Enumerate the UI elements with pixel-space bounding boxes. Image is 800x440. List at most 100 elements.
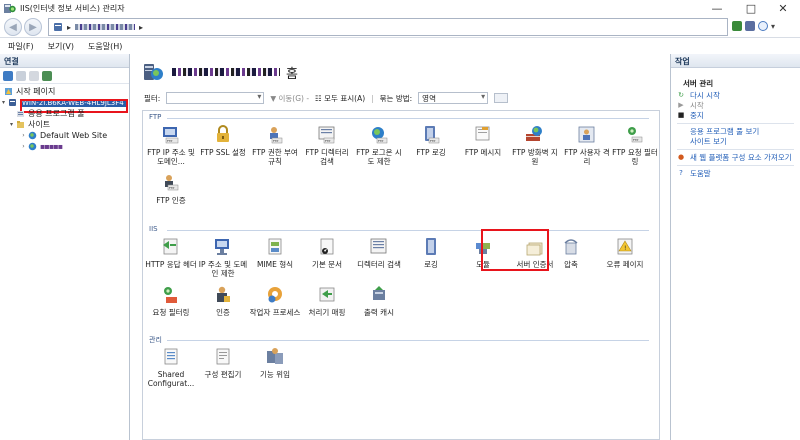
feature-worker-processes[interactable]: 작업자 프로세스 (249, 285, 301, 317)
divider (677, 123, 794, 124)
authorization-icon: FTP (270, 127, 283, 144)
action-view-sites[interactable]: 사이트 보기 (677, 137, 794, 146)
shared-configuration-icon (164, 348, 178, 365)
help-dropdown[interactable]: ▾ (771, 22, 775, 31)
forward-button[interactable]: ▶ (24, 18, 42, 36)
firewall-icon (526, 126, 542, 141)
tree-item-site-2[interactable]: › ▪▪▪▪▪ (0, 141, 129, 152)
feature-ip-domain-restrictions[interactable]: IP 주소 및 도메인 제한 (197, 237, 249, 278)
feature-ftp-ssl[interactable]: FTP SSL 설정 (197, 125, 249, 157)
stop-nav-icon[interactable] (745, 21, 755, 31)
close-button[interactable]: ✕ (768, 0, 798, 16)
directory-browsing-icon: FTP (318, 126, 335, 144)
expand-icon[interactable]: › (20, 143, 27, 150)
feature-authentication[interactable]: 인증 (197, 285, 249, 317)
start-page-icon (5, 88, 12, 95)
collapse-icon[interactable]: ▾ (8, 121, 15, 128)
server-management-heading: 서버 관리 (683, 79, 714, 88)
logging-icon (426, 238, 436, 255)
tree-item-app-pools[interactable]: 응용 프로그램 풀 (0, 108, 129, 119)
filter-input[interactable] (166, 92, 265, 104)
iis-app-icon (4, 3, 16, 13)
feature-directory-browsing[interactable]: 디렉터리 검색 (353, 237, 405, 269)
feature-default-document[interactable]: 기본 문서 (301, 237, 353, 269)
maximize-button[interactable]: □ (736, 0, 766, 16)
tree-item-label: 사이트 (28, 120, 51, 129)
back-button[interactable]: ◀ (4, 18, 22, 36)
show-all-button[interactable]: ☷ 모두 표시(A) (315, 93, 365, 104)
up-icon[interactable] (29, 70, 39, 81)
breadcrumb-server-name[interactable] (75, 24, 136, 30)
feature-ftp-request-filtering[interactable]: FTP FTP 요청 필터링 (609, 125, 659, 166)
feature-ftp-authorization[interactable]: FTP FTP 권한 부여 규칙 (249, 125, 301, 166)
breadcrumb-separator: ▸ (67, 22, 72, 32)
menu-help[interactable]: 도움말(H) (88, 41, 122, 52)
minimize-button[interactable]: — (702, 0, 732, 16)
menu-bar: 파일(F) 보기(V) 도움말(H) (0, 38, 800, 54)
user-isolation-icon (578, 126, 595, 143)
handler-mappings-icon (319, 287, 335, 302)
tree-item-sites[interactable]: ▾ 사이트 (0, 119, 129, 130)
logging-icon: FTP (425, 126, 440, 144)
connect-server-icon[interactable] (42, 70, 52, 81)
feature-error-pages[interactable]: ! 오류 페이지 (599, 237, 651, 269)
feature-ftp-logging[interactable]: FTP FTP 로깅 (405, 125, 457, 157)
features-view: 홈 필터: ▼ 이동(G) - ☷ 모두 표시(A) | 묶는 방법: 영역 F… (136, 54, 666, 440)
feature-logging[interactable]: 로깅 (405, 237, 457, 269)
feature-configuration-editor[interactable]: 구성 편집기 (197, 347, 249, 379)
feature-ftp-authentication[interactable]: FTP FTP 인증 (145, 173, 197, 205)
feature-mime-types[interactable]: MIME 형식 (249, 237, 301, 269)
group-divider (167, 230, 649, 231)
action-start: ▶ 시작 (678, 101, 704, 110)
authentication-icon: FTP (165, 175, 179, 191)
group-by-label: 묶는 방법: (379, 93, 413, 103)
feature-handler-mappings[interactable]: 처리기 매핑 (301, 285, 353, 317)
feature-request-filtering[interactable]: 요청 필터링 (145, 285, 197, 317)
globe-icon (28, 142, 37, 151)
svg-text:FTP: FTP (430, 139, 436, 143)
feature-ftp-ip-domain[interactable]: FTP FTP IP 주소 및 도메인... (145, 125, 197, 166)
expand-icon[interactable]: › (20, 132, 27, 139)
server-home-icon (144, 64, 163, 80)
svg-text:FTP: FTP (633, 138, 639, 142)
feature-ftp-directory-browsing[interactable]: FTP FTP 디렉터리 검색 (301, 125, 353, 166)
action-restart[interactable]: ↻ 다시 시작 (677, 91, 794, 100)
feature-http-response-headers[interactable]: HTTP 응답 헤더 (145, 237, 197, 269)
address-field[interactable]: ▸ ▸ (48, 18, 728, 36)
menu-file[interactable]: 파일(F) (8, 41, 34, 52)
tree-item-start-page[interactable]: 시작 페이지 (0, 86, 129, 97)
action-help[interactable]: ? 도움말 (677, 169, 794, 178)
lock-icon (217, 125, 229, 142)
action-web-platform[interactable]: ● 새 웹 플랫폼 구성 요소 가져오기 (677, 153, 794, 162)
connect-icon[interactable] (3, 70, 13, 81)
tree-item-default-web-site[interactable]: › Default Web Site (0, 130, 129, 141)
action-view-app-pools[interactable]: 응용 프로그램 풀 보기 (677, 127, 794, 136)
ip-restriction-icon: FTP (163, 127, 179, 144)
collapse-icon[interactable]: ▾ (0, 99, 7, 106)
feature-ftp-firewall[interactable]: FTP 방화벽 지원 (509, 125, 561, 166)
menu-view[interactable]: 보기(V) (48, 41, 74, 52)
feature-feature-delegation[interactable]: 기능 위임 (249, 347, 301, 379)
feature-ftp-messages[interactable]: FTP 메시지 (457, 125, 509, 157)
feature-ftp-user-isolation[interactable]: FTP 사용자 격리 (561, 125, 613, 166)
feature-shared-configuration[interactable]: Shared Configurat... (145, 347, 197, 388)
group-by-select[interactable]: 영역 (418, 92, 489, 104)
request-filtering-icon (164, 287, 177, 303)
messages-icon (475, 126, 490, 141)
start-icon: ▶ (678, 101, 684, 109)
help-icon[interactable] (758, 21, 768, 31)
view-toggle-icon[interactable] (494, 93, 509, 103)
save-icon[interactable] (16, 70, 26, 81)
action-stop[interactable]: ■ 중지 (677, 111, 794, 120)
feature-delegation-icon (267, 348, 283, 364)
feature-output-caching[interactable]: 출력 캐시 (353, 285, 405, 317)
svg-text:!: ! (624, 245, 626, 252)
feature-ftp-logon-attempt[interactable]: FTP FTP 로그온 시도 제한 (353, 125, 405, 166)
feature-compression[interactable]: 압축 (545, 237, 597, 269)
group-header-iis: IIS (149, 225, 158, 233)
refresh-icon[interactable] (732, 21, 742, 31)
filter-toolbar: 필터: ▼ 이동(G) - ☷ 모두 표시(A) | 묶는 방법: 영역 (136, 90, 666, 106)
features-list: FTP FTP FTP IP 주소 및 도메인... FTP SSL 설정 FT… (142, 110, 660, 440)
default-document-icon (320, 238, 334, 255)
go-button[interactable]: ▼ 이동(G) - (270, 93, 309, 104)
